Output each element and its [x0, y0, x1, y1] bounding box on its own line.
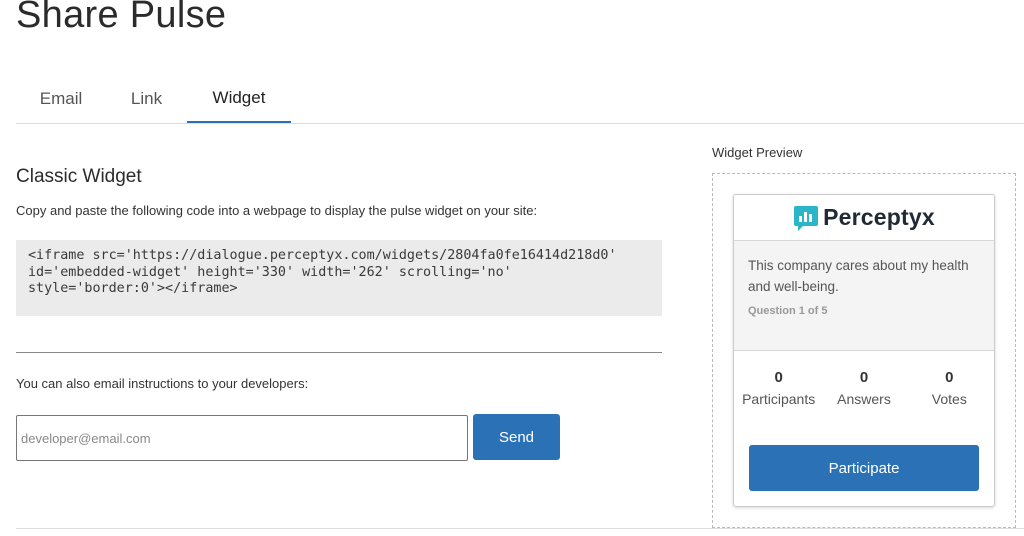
question-area: This company cares about my health and w… [734, 241, 994, 351]
code-line: id='embedded-widget' height='330' width=… [28, 264, 512, 280]
developer-email-input[interactable] [16, 415, 468, 461]
stat-answers: 0 Answers [821, 369, 906, 407]
stat-label: Votes [931, 391, 967, 407]
share-tabs: Email Link Widget [16, 74, 1024, 124]
widget-card: Perceptyx This company cares about my he… [733, 194, 995, 507]
question-counter: Question 1 of 5 [748, 305, 828, 317]
widget-preview-label: Widget Preview [712, 145, 803, 160]
bottom-divider [16, 528, 1024, 529]
code-line: style='border:0'></iframe> [28, 281, 238, 296]
section-title: Classic Widget [16, 166, 142, 187]
email-note: You can also email instructions to your … [16, 376, 309, 391]
stat-value: 0 [859, 369, 869, 386]
stat-value: 0 [774, 369, 783, 386]
stat-label: Participants [742, 391, 816, 407]
tab-link[interactable]: Link [106, 74, 187, 123]
stat-participants: 0 Participants [736, 369, 821, 407]
stat-label: Answers [837, 391, 891, 407]
question-text: This company cares about my health and w… [748, 258, 969, 294]
page-title: Share Pulse [16, 0, 227, 36]
perceptyx-logo-icon [793, 204, 819, 232]
embed-code-block[interactable]: <iframe src='https://dialogue.perceptyx.… [16, 240, 662, 316]
tab-email[interactable]: Email [16, 74, 106, 123]
embed-instructions: Copy and paste the following code into a… [16, 203, 538, 218]
stat-value: 0 [945, 369, 954, 386]
section-divider [16, 352, 662, 353]
brand-name: Perceptyx [823, 204, 935, 230]
send-button[interactable]: Send [473, 414, 560, 460]
participate-button[interactable]: Participate [749, 445, 979, 491]
code-line: <iframe src='https://dialogue.perceptyx.… [28, 248, 617, 263]
tab-widget[interactable]: Widget [187, 74, 291, 123]
widget-stats: 0 Participants 0 Answers 0 Votes [734, 369, 994, 407]
stat-votes: 0 Votes [907, 369, 992, 407]
widget-header: Perceptyx [734, 195, 994, 241]
